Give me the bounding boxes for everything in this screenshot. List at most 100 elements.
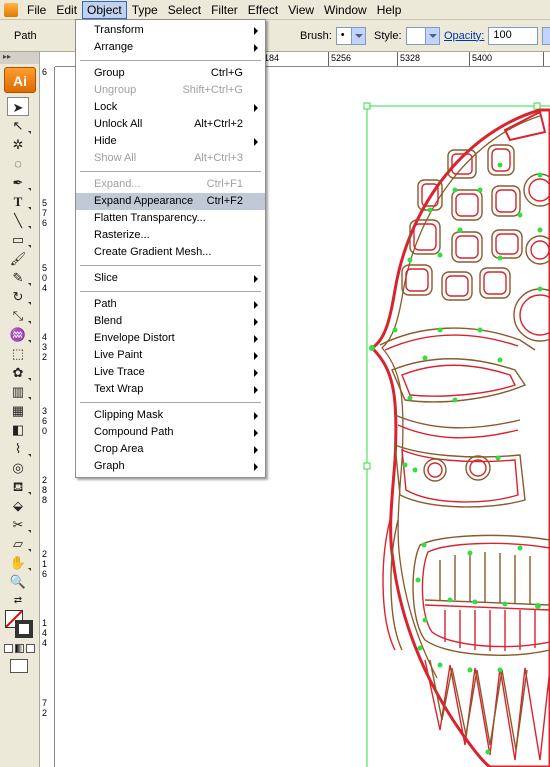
menu-item-envelope-distort[interactable]: Envelope Distort [76,330,265,347]
menu-item-label: Envelope Distort [94,332,175,344]
menu-item-slice[interactable]: Slice [76,270,265,287]
menu-item-transform[interactable]: Transform [76,22,265,39]
menu-item-shortcut: Ctrl+F2 [206,195,243,207]
menu-item-unlock-all[interactable]: Unlock All Alt+Ctrl+2 [76,116,265,133]
menu-item-flatten-transparency[interactable]: Flatten Transparency... [76,210,265,227]
menu-object[interactable]: Object [82,0,127,19]
selection-type-label: Path [14,29,37,42]
menu-item-compound-path[interactable]: Compound Path [76,424,265,441]
graph-tool-icon[interactable]: ▥ [7,382,31,401]
ruler-label: 1 4 4 [42,618,48,648]
menu-item-group[interactable]: Group Ctrl+G [76,65,265,82]
screen-mode-icon[interactable] [10,659,28,673]
none-mode-icon[interactable] [26,644,35,653]
gradient-mode-icon[interactable] [15,644,24,653]
stroke-swatch[interactable] [15,620,33,638]
menu-item-hide[interactable]: Hide [76,133,265,150]
ruler-label: 2 1 6 [42,549,48,579]
lasso-tool-icon[interactable]: ◌ [7,154,29,173]
magic-wand-tool-icon[interactable]: ✲ [7,135,29,154]
ruler-label: 5256 [331,53,352,63]
rectangle-tool-icon[interactable]: ▭ [7,230,31,249]
eraser-tool-icon[interactable]: ▱ [7,534,31,553]
menu-item-path[interactable]: Path [76,296,265,313]
menu-item-rasterize[interactable]: Rasterize... [76,227,265,244]
type-tool-icon[interactable]: T [7,192,31,211]
free-transform-tool-icon[interactable]: ⬚ [7,344,29,363]
chevron-down-icon [424,27,439,44]
submenu-arrow-icon [254,301,258,309]
menu-item-label: Graph [94,460,125,472]
menu-item-label: Blend [94,315,123,327]
direct-selection-tool-icon[interactable]: ↖ [7,116,31,135]
menu-item-text-wrap[interactable]: Text Wrap [76,381,265,398]
opacity-chevron-right-icon[interactable] [542,26,550,45]
menu-window[interactable]: Window [319,1,372,19]
fill-stroke-swatches[interactable] [5,610,35,640]
menu-item-expand-appearance[interactable]: Expand Appearance Ctrl+F2 [76,193,265,210]
scale-tool-icon[interactable]: ⤡ [7,306,31,325]
eyedropper-tool-icon[interactable]: ⌇ [7,439,31,458]
pen-tool-icon[interactable]: ✒ [7,173,31,192]
paintbrush-tool-icon[interactable]: 🖌 [7,249,29,268]
menu-item-lock[interactable]: Lock [76,99,265,116]
menu-item-crop-area[interactable]: Crop Area [76,441,265,458]
submenu-arrow-icon [254,335,258,343]
submenu-arrow-icon [254,386,258,394]
menu-help[interactable]: Help [372,1,407,19]
hand-tool-icon[interactable]: ✋ [7,553,31,572]
mesh-tool-icon[interactable]: ▦ [7,401,29,420]
ruler-tick [397,52,398,66]
zoom-tool-icon[interactable]: 🔍 [7,572,29,591]
submenu-arrow-icon [254,352,258,360]
menu-item-label: Rasterize... [94,229,150,241]
live-paint-bucket-tool-icon[interactable]: ⛾ [7,477,31,496]
menu-view[interactable]: View [283,1,319,19]
menu-item-shortcut: Ctrl+G [210,67,243,79]
pencil-tool-icon[interactable]: ✎ [7,268,31,287]
menu-item-create-gradient-mesh[interactable]: Create Gradient Mesh... [76,244,265,261]
menu-item-label: Arrange [94,41,134,53]
color-mode-icon[interactable] [4,644,13,653]
brush-dropdown[interactable]: • [335,26,366,45]
rotate-tool-icon[interactable]: ↻ [7,287,31,306]
menu-separator [76,56,265,65]
panel-grip[interactable]: ▸▸ [0,52,39,64]
menu-effect[interactable]: Effect [243,1,283,19]
menu-item-graph[interactable]: Graph [76,458,265,475]
blend-tool-icon[interactable]: ◎ [7,458,29,477]
menu-item-label: Live Trace [94,366,145,378]
menu-item-live-trace[interactable]: Live Trace [76,364,265,381]
style-dropdown[interactable] [405,26,440,45]
menu-item-label: Hide [94,135,117,147]
menu-item-clipping-mask[interactable]: Clipping Mask [76,407,265,424]
menu-item-live-paint[interactable]: Live Paint [76,347,265,364]
selection-tool-icon[interactable]: ➤ [7,97,29,116]
style-group: Style: [374,26,440,45]
vertical-ruler[interactable]: 6 5 7 6 5 0 4 4 3 2 3 6 0 2 8 8 2 1 6 1 … [40,67,55,767]
symbol-sprayer-tool-icon[interactable]: ✿ [7,363,31,382]
opacity-input[interactable]: 100 [488,26,539,45]
ruler-label: 2 8 8 [42,475,48,505]
slice-tool-icon[interactable]: ✂ [7,515,31,534]
menu-item-label: Text Wrap [94,383,144,395]
menu-filter[interactable]: Filter [206,1,243,19]
menu-file[interactable]: File [22,1,51,19]
line-tool-icon[interactable]: ╲ [7,211,31,230]
menu-edit[interactable]: Edit [51,1,82,19]
opacity-link[interactable]: Opacity: [444,30,484,42]
app-icon[interactable] [4,2,18,17]
menu-type[interactable]: Type [127,1,163,19]
menu-item-ungroup[interactable]: Ungroup Shift+Ctrl+G [76,82,265,99]
live-paint-selection-tool-icon[interactable]: ⬙ [7,496,29,515]
gradient-tool-icon[interactable]: ◧ [7,420,29,439]
menu-item-blend[interactable]: Blend [76,313,265,330]
submenu-arrow-icon [254,27,258,35]
menu-item-expand[interactable]: Expand... Ctrl+F1 [76,176,265,193]
menu-select[interactable]: Select [163,1,206,19]
menu-item-arrange[interactable]: Arrange [76,39,265,56]
warp-tool-icon[interactable]: ♒ [7,325,31,344]
menu-item-show-all[interactable]: Show All Alt+Ctrl+3 [76,150,265,167]
menu-item-label: Clipping Mask [94,409,164,421]
swap-colors-icon[interactable]: ⇄ [7,591,29,610]
